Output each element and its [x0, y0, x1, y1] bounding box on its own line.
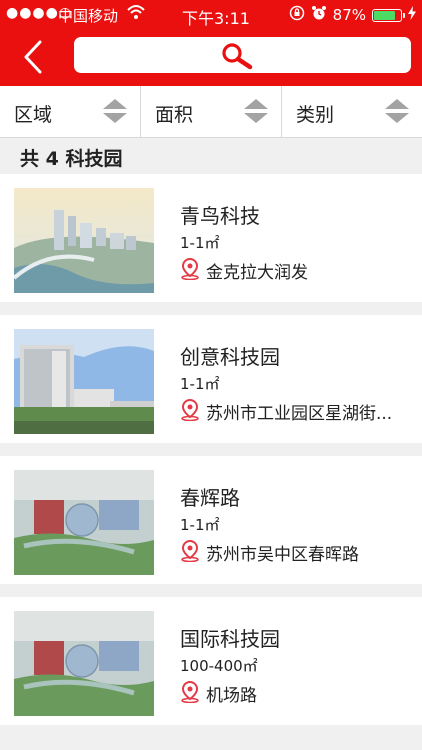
- location-pin-icon: [181, 399, 199, 421]
- sort-arrows-icon: [103, 99, 127, 123]
- filter-label: 区域: [14, 104, 53, 126]
- search-icon: [222, 43, 253, 70]
- battery-icon: [372, 8, 405, 22]
- filter-category[interactable]: 类别: [282, 86, 422, 137]
- park-location: 金克拉大润发: [180, 258, 412, 283]
- result-count: 共 4 科技园: [20, 148, 123, 170]
- wifi-icon: [126, 3, 146, 25]
- park-photo: [14, 470, 154, 575]
- park-area: 1-1㎡: [180, 234, 220, 252]
- back-button[interactable]: [18, 38, 52, 76]
- status-time: 下午3:11: [182, 9, 250, 28]
- park-card[interactable]: 创意科技园 1-1㎡ 苏州市工业园区星湖街...: [0, 315, 422, 443]
- park-name: 国际科技园: [180, 627, 280, 651]
- park-location-text: 机场路: [206, 686, 257, 706]
- status-bar: ●●●●○ 中国移动 下午3:11 87%: [0, 0, 422, 28]
- alarm-icon: [311, 5, 327, 25]
- filter-region[interactable]: 区域: [0, 86, 141, 137]
- park-location-text: 金克拉大润发: [206, 263, 308, 283]
- park-card[interactable]: 春辉路 1-1㎡ 苏州市吴中区春晖路: [0, 456, 422, 584]
- sort-arrows-icon: [385, 99, 409, 123]
- chevron-left-icon: [24, 40, 42, 74]
- park-area: 1-1㎡: [180, 516, 220, 534]
- nav-bar: [0, 28, 422, 86]
- park-name: 春辉路: [180, 486, 240, 510]
- charging-icon: [408, 6, 416, 24]
- park-area: 1-1㎡: [180, 375, 220, 393]
- location-pin-icon: [181, 681, 199, 703]
- park-location: 苏州市工业园区星湖街...: [180, 399, 412, 424]
- park-location-text: 苏州市工业园区星湖街...: [206, 404, 393, 424]
- location-pin-icon: [181, 258, 199, 280]
- park-area: 100-400㎡: [180, 657, 258, 675]
- park-name: 青鸟科技: [180, 204, 260, 228]
- search-input[interactable]: [74, 37, 411, 73]
- filter-area[interactable]: 面积: [141, 86, 282, 137]
- park-photo: [14, 329, 154, 434]
- park-card[interactable]: 青鸟科技 1-1㎡ 金克拉大润发: [0, 174, 422, 302]
- park-name: 创意科技园: [180, 345, 280, 369]
- park-photo: [14, 188, 154, 293]
- park-photo: [14, 611, 154, 716]
- filter-label: 面积: [155, 104, 194, 126]
- carrier-name: 中国移动: [58, 7, 119, 25]
- park-location: 机场路: [180, 681, 412, 706]
- orientation-lock-icon: [289, 5, 305, 25]
- filter-label: 类别: [296, 104, 335, 126]
- park-location-text: 苏州市吴中区春晖路: [206, 545, 359, 565]
- filter-bar: 区域 面积 类别: [0, 86, 422, 138]
- location-pin-icon: [181, 540, 199, 562]
- header-bar: ●●●●○ 中国移动 下午3:11 87%: [0, 0, 422, 86]
- park-card[interactable]: 国际科技园 100-400㎡ 机场路: [0, 597, 422, 725]
- sort-arrows-icon: [244, 99, 268, 123]
- battery-percent: 87%: [332, 6, 366, 24]
- park-location: 苏州市吴中区春晖路: [180, 540, 412, 565]
